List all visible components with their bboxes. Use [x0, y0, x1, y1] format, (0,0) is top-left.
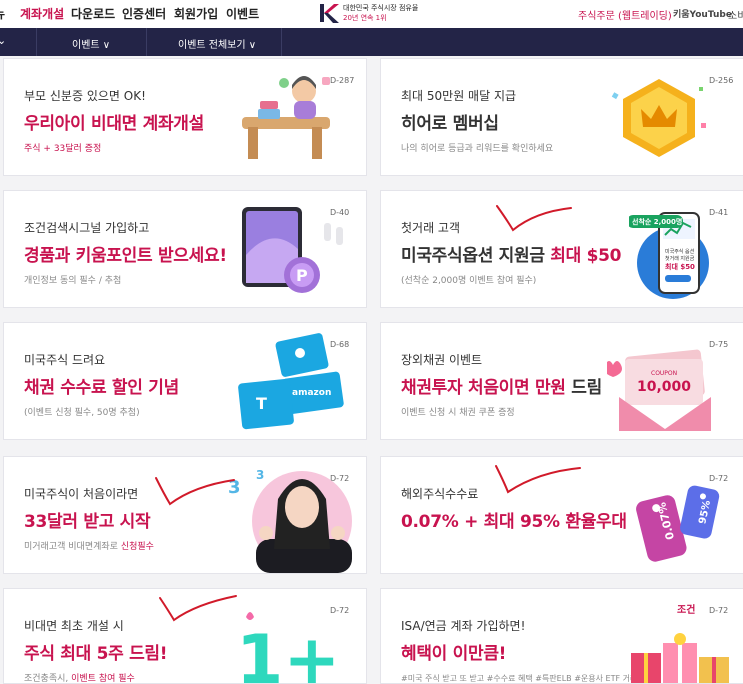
card-title-highlight: 최대 $50 — [550, 246, 622, 266]
nav-item-cert-center[interactable]: 인증센터 — [122, 5, 166, 22]
card-note-required: 이벤트 참여 필수 — [71, 674, 135, 684]
youtube-link[interactable]: 키움YouTube — [673, 7, 732, 20]
event-card-signal-subscription[interactable]: 조건검색시그널 가입하고 경품과 키움포인트 받으세요! 개인정보 동의 필수 … — [3, 190, 367, 308]
logo-slogan-line1: 대한민국 주식시장 점유율 — [343, 4, 419, 12]
phone-app-illustration: 미국주식 옵션 첫거래 지원금 최대 $50 선착순 2,000명 — [629, 212, 709, 299]
card-note: 조건충족시, 이벤트 참여 필수 — [24, 671, 135, 684]
card-subtitle: 최대 50만원 매달 지급 — [401, 89, 517, 103]
card-subtitle: 미국주식이 처음이라면 — [24, 487, 139, 501]
svg-text:P: P — [296, 266, 308, 285]
child-studying-illustration — [242, 76, 330, 159]
card-note: 개인정보 동의 필수 / 추첨 — [24, 276, 122, 286]
card-title: 히어로 멤버십 — [401, 109, 499, 134]
divider — [146, 28, 147, 56]
event-card-non-face-account[interactable]: 비대면 최초 개설 시 주식 최대 5주 드림! 조건충족시, 이벤트 참여 필… — [3, 588, 367, 684]
card-note: 주식 + 33달러 증정 — [24, 144, 102, 154]
event-card-child-account[interactable]: 부모 신분증 있으면 OK! 우리아이 비대면 계좌개설 주식 + 33달러 증… — [3, 58, 367, 176]
coupon-brand-text: amazon — [292, 388, 331, 398]
chevron-down-icon[interactable]: ⌄ — [0, 34, 6, 47]
sub-navigation: ⌄ 이벤트 ∨ 이벤트 전체보기 ∨ — [0, 28, 743, 56]
card-note: #미국 주식 받고 또 받고 #수수료 혜택 #특판ELB #운용사 ETF 거… — [401, 674, 655, 683]
card-note: 미거래고객 비대면계좌로 신청필수 — [24, 539, 154, 552]
card-subtitle: 장외채권 이벤트 — [401, 353, 483, 367]
nav-item-event[interactable]: 이벤트 — [226, 5, 259, 22]
card-note: 이벤트 신청 시 채권 쿠폰 증정 — [401, 408, 515, 418]
kiwoom-logo-icon[interactable] — [318, 2, 340, 24]
gold-crown-badge-illustration — [611, 79, 706, 157]
card-title: 0.07% + 최대 95% 환율우대 — [401, 512, 627, 532]
logo-slogan: 대한민국 주식시장 점유율 20년 연속 1위 — [343, 3, 418, 23]
card-note-text: 미거래고객 비대면계좌로 — [24, 542, 121, 552]
card-title: 채권투자 처음이면 만원 드림 — [401, 373, 602, 398]
first-come-badge: 선착순 2,000명 — [632, 217, 682, 226]
card-subtitle: 해외주식수수료 — [401, 487, 479, 501]
top-navigation: 뉴 계좌개설 다운로드 인증센터 회원가입 이벤트 대한민국 주식시장 점유율 … — [0, 0, 743, 28]
event-card-overseas-fee[interactable]: 해외주식수수료 0.07% + 최대 95% 환율우대 D-72 0.07% 9… — [380, 456, 743, 574]
model-promotion-photo: 3 3 — [228, 468, 352, 573]
card-subtitle: ISA/연금 계좌 가입하면! — [401, 619, 526, 633]
event-card-hero-membership[interactable]: 최대 50만원 매달 지급 히어로 멤버십 나의 히어로 등급과 리워드를 확인… — [380, 58, 743, 176]
svg-text:3: 3 — [228, 477, 241, 498]
card-note-required: 신청필수 — [120, 542, 154, 552]
phone-line2: 첫거래 지원금 — [665, 255, 695, 262]
card-title-text: 히어로 멤버십 — [401, 114, 499, 134]
logo-slogan-line2: 20년 연속 1위 — [343, 14, 387, 22]
event-card-otc-bond[interactable]: 장외채권 이벤트 채권투자 처음이면 만원 드림 이벤트 신청 시 채권 쿠폰 … — [380, 322, 743, 440]
phone-line1: 미국주식 옵션 — [665, 248, 695, 255]
card-title-highlight: 만원 — [534, 378, 572, 398]
card-note-text: 조건충족시, — [24, 674, 72, 684]
dday-badge: D-256 — [709, 76, 734, 85]
card-subtitle: 조건검색시그널 가입하고 — [24, 221, 150, 235]
card-title: 주식 최대 5주 드림! — [24, 644, 168, 664]
card-title: 채권 수수료 할인 기념 — [24, 378, 179, 398]
card-title-part1: 채권투자 처음이면 — [401, 378, 535, 398]
coupon-label: COUPON — [651, 370, 677, 377]
svg-text:3: 3 — [256, 468, 264, 482]
tablet-and-earbuds-illustration: P — [242, 207, 343, 293]
subnav-all-events-dropdown[interactable]: 이벤트 전체보기 ∨ — [178, 36, 256, 51]
card-title: 33달러 받고 시작 — [24, 512, 151, 532]
event-card-us-options-support[interactable]: 첫거래 고객 미국주식옵션 지원금 최대 $50 (선착순 2,000명 이벤트… — [380, 190, 743, 308]
divider — [36, 28, 37, 56]
nav-item-partial[interactable]: 뉴 — [0, 5, 5, 22]
gift-boxes-illustration — [631, 633, 729, 683]
card-title: 우리아이 비대면 계좌개설 — [24, 114, 204, 134]
web-trading-link[interactable]: 주식주문 (웹트레이딩) — [578, 7, 672, 22]
card-subtitle: 첫거래 고객 — [401, 221, 461, 235]
nav-item-signup[interactable]: 회원가입 — [174, 5, 218, 22]
stock-coupon-tickets-illustration: amazon T — [238, 333, 344, 430]
card-note: (이벤트 신청 필수, 50명 추첨) — [24, 408, 140, 418]
card-subtitle: 부모 신분증 있으면 OK! — [24, 89, 146, 103]
card-subtitle: 미국주식 드려요 — [24, 353, 106, 367]
card-title: 혜택이 이만큼! — [401, 644, 507, 664]
card-note: (선착순 2,000명 이벤트 참여 필수) — [401, 276, 537, 286]
nav-item-download[interactable]: 다운로드 — [71, 5, 115, 22]
coupon-value: 10,000 — [637, 379, 691, 395]
card-note: 나의 히어로 등급과 리워드를 확인하세요 — [401, 144, 554, 154]
divider — [281, 28, 282, 56]
card-title: 미국주식옵션 지원금 최대 $50 — [401, 241, 621, 266]
nav-item-account-open[interactable]: 계좌개설 — [20, 5, 64, 22]
card-title: 경품과 키움포인트 받으세요! — [24, 246, 227, 266]
subnav-event-dropdown[interactable]: 이벤트 ∨ — [72, 36, 110, 51]
svg-text:T: T — [256, 394, 267, 413]
price-tags-illustration: 0.07% 95% — [636, 485, 720, 562]
card-title-text: 미국주식옵션 지원금 — [401, 246, 551, 266]
coupon-envelope-illustration: COUPON 10,000 — [607, 349, 711, 431]
event-card-isa-pension[interactable]: ISA/연금 계좌 가입하면! 혜택이 이만큼! #미국 주식 받고 또 받고 … — [380, 588, 743, 684]
event-card-bond-fee-discount[interactable]: 미국주식 드려요 채권 수수료 할인 기념 (이벤트 신청 필수, 50명 추첨… — [3, 322, 367, 440]
one-plus-four-illustration: 1+4 — [236, 612, 342, 684]
consumer-link-partial[interactable]: 소비 — [728, 7, 743, 22]
one-plus-four-number: 1+4 — [236, 621, 342, 684]
event-card-us-stock-first[interactable]: 미국주식이 처음이라면 33달러 받고 시작 미거래고객 비대면계좌로 신청필수… — [3, 456, 367, 574]
card-title-part2: 드림 — [571, 378, 602, 398]
card-subtitle: 비대면 최초 개설 시 — [24, 619, 124, 633]
phone-line3: 최대 $50 — [665, 262, 695, 271]
